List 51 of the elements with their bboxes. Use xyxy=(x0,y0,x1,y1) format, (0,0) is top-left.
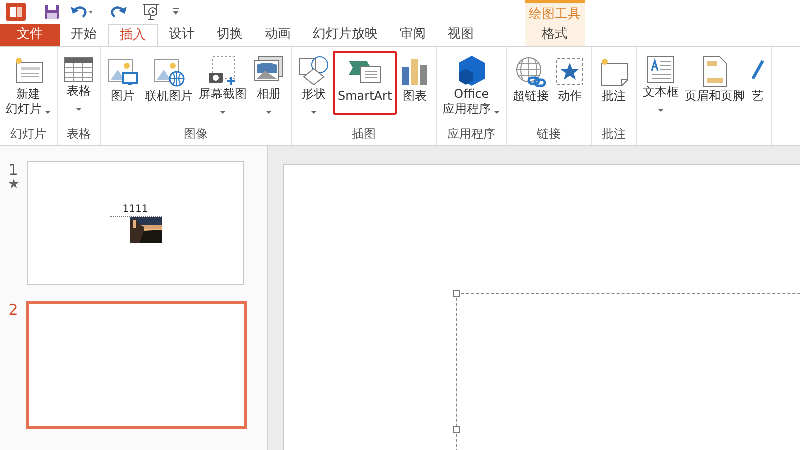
ribbon-button[interactable]: 新建 幻灯片 xyxy=(3,51,54,115)
ribbon-button[interactable]: 相册 xyxy=(250,51,288,115)
group-label: 表格 xyxy=(66,126,92,143)
ribbon-tab[interactable]: 插入 xyxy=(108,24,158,46)
textbox-icon xyxy=(646,55,676,85)
ribbon-button[interactable]: 表格 xyxy=(61,51,97,115)
ribbon-button[interactable]: 图表 xyxy=(397,51,434,115)
ribbon-tab[interactable]: 格式 xyxy=(525,24,585,46)
slide-title: 1111 xyxy=(122,204,148,216)
globe-link-icon xyxy=(515,56,548,88)
star-frame-icon xyxy=(555,57,586,87)
table-icon xyxy=(64,56,94,84)
group-label: 链接 xyxy=(536,126,562,143)
group-label: 插图 xyxy=(351,126,378,143)
save-icon[interactable] xyxy=(44,4,60,20)
ribbon-tab[interactable]: 设计 xyxy=(158,24,206,46)
ribbon-button[interactable]: 艺 xyxy=(748,51,768,115)
ribbon-button[interactable]: 联机图片 xyxy=(142,51,196,115)
group-label: 幻灯片 xyxy=(10,126,48,143)
ribbon-tab[interactable]: 视图 xyxy=(437,24,485,46)
ribbon-tab[interactable]: 幻灯片放映 xyxy=(302,24,389,46)
ribbon-button[interactable]: SmartArt xyxy=(333,51,398,115)
slide-thumbnail[interactable] xyxy=(26,301,247,429)
ribbon-button[interactable]: 页眉和页脚 xyxy=(682,51,748,115)
ribbon-button[interactable]: 批注 xyxy=(595,51,634,115)
ribbon-tab[interactable]: 切换 xyxy=(206,24,254,46)
redo-icon[interactable] xyxy=(110,5,128,19)
ribbon-button[interactable]: 图片 xyxy=(104,51,142,115)
contextual-tab-group-label: 绘图工具 xyxy=(528,6,582,24)
ribbon-tab[interactable]: 审阅 xyxy=(389,24,437,46)
slide-thumbnail[interactable]: 1111 xyxy=(27,161,244,285)
slide-number: 2 xyxy=(8,301,18,319)
customize-arrow-icon[interactable] xyxy=(172,8,180,16)
file-tab[interactable]: 文件 xyxy=(0,24,60,46)
group-label: 图像 xyxy=(183,126,209,143)
ribbon-button[interactable]: 屏幕截图 xyxy=(196,51,250,115)
ribbon-tab[interactable]: 动画 xyxy=(254,24,302,46)
presentation-icon[interactable] xyxy=(142,3,162,21)
ribbon-button[interactable]: 动作 xyxy=(552,51,588,115)
app-logo-icon xyxy=(6,3,26,21)
shapes-icon xyxy=(298,55,330,87)
page-icon xyxy=(701,56,730,88)
undo-icon[interactable] xyxy=(70,5,94,19)
group-label: 应用程序 xyxy=(446,126,497,143)
ribbon-tab[interactable]: 开始 xyxy=(60,24,108,46)
ribbon-button[interactable]: 超链接 xyxy=(510,51,552,115)
ribbon-button[interactable]: 文本框 xyxy=(640,51,682,115)
slide-number: 1 xyxy=(8,161,18,179)
group-label: 批注 xyxy=(601,126,628,143)
ribbon-button[interactable]: Office 应用程序 xyxy=(440,51,504,115)
ribbon-button[interactable]: 形状 xyxy=(295,51,333,115)
